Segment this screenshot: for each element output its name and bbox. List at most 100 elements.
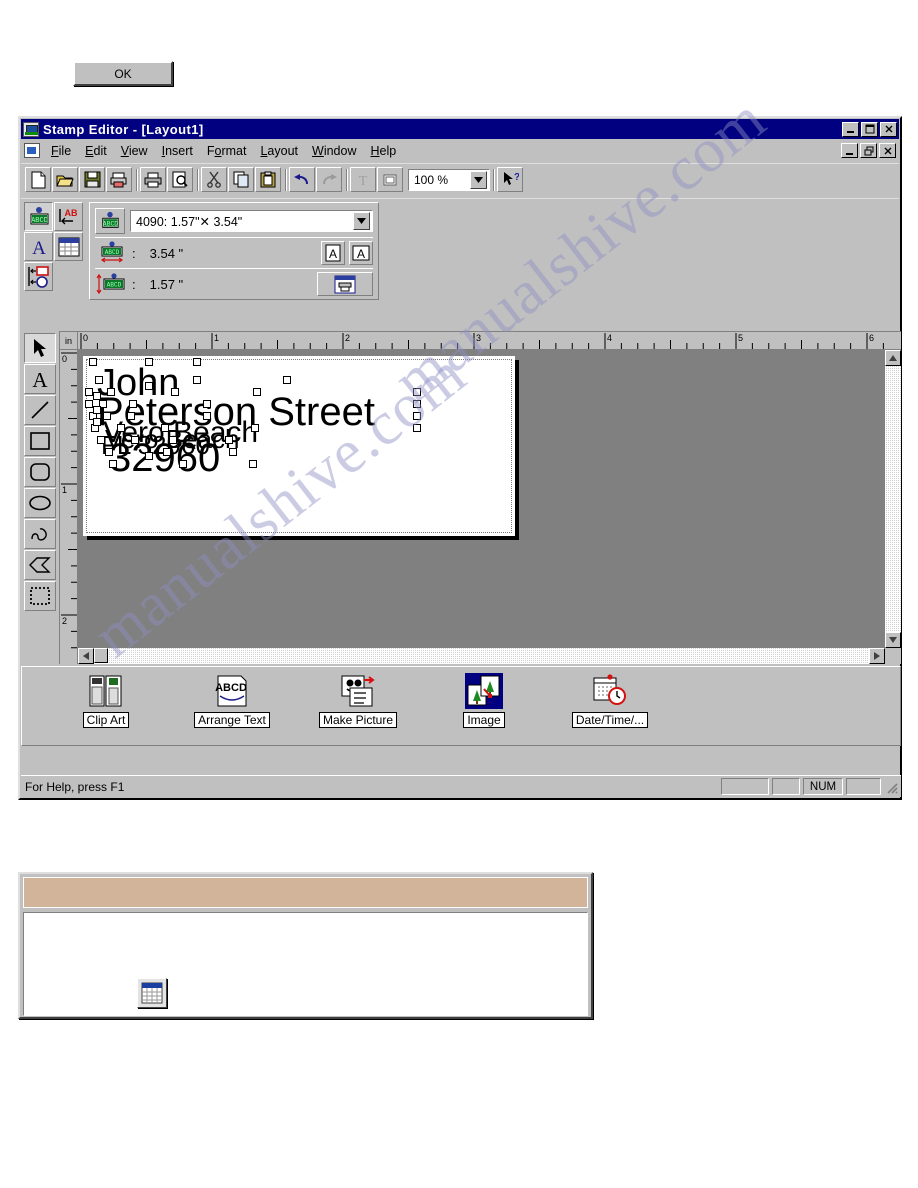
selection-handle[interactable] xyxy=(85,400,93,408)
stamp-text-object[interactable]: 32960 xyxy=(109,438,220,478)
selection-handle[interactable] xyxy=(179,460,187,468)
cut-button[interactable] xyxy=(201,167,227,192)
image-button[interactable]: Image xyxy=(436,673,532,728)
selection-handle[interactable] xyxy=(413,400,421,408)
selection-handle[interactable] xyxy=(131,436,139,444)
scroll-right-button[interactable] xyxy=(869,648,885,664)
tool-rounded-rectangle[interactable] xyxy=(24,457,56,487)
clipboard-paste-button[interactable] xyxy=(255,167,281,192)
resize-grip[interactable] xyxy=(884,780,898,794)
selection-handle[interactable] xyxy=(193,358,201,366)
doc-restore-button[interactable] xyxy=(860,143,877,158)
selection-handle[interactable] xyxy=(95,376,103,384)
selection-handle[interactable] xyxy=(169,436,177,444)
tool-rectangle[interactable] xyxy=(24,426,56,456)
vertical-scroll-track[interactable] xyxy=(885,366,901,632)
text-align-button[interactable]: AB xyxy=(54,202,83,231)
selection-handle[interactable] xyxy=(203,412,211,420)
selection-handle[interactable] xyxy=(127,412,135,420)
selection-handle[interactable] xyxy=(413,388,421,396)
arrange-text-button[interactable]: ABCD Arrange Text xyxy=(184,673,280,728)
print-setup-button[interactable] xyxy=(106,167,132,192)
scroll-up-button[interactable] xyxy=(885,350,901,366)
close-button[interactable] xyxy=(880,121,897,137)
print-preview-button[interactable] xyxy=(167,167,193,192)
menu-item-view[interactable]: View xyxy=(114,142,155,160)
selection-handle[interactable] xyxy=(161,424,169,432)
doc-close-button[interactable] xyxy=(879,143,896,158)
horizontal-scroll-thumb[interactable] xyxy=(94,648,108,663)
make-picture-button[interactable]: Make Picture xyxy=(310,673,406,728)
stamp-canvas[interactable]: JohnPeterson StreetVero BeachVero BeachF… xyxy=(79,351,885,648)
vertical-scrollbar[interactable] xyxy=(885,350,901,648)
selection-handle[interactable] xyxy=(109,460,117,468)
redo-button[interactable] xyxy=(316,167,342,192)
menu-item-insert[interactable]: Insert xyxy=(155,142,200,160)
menu-item-file[interactable]: FFileile xyxy=(44,142,78,160)
selection-handle[interactable] xyxy=(413,412,421,420)
save-button[interactable] xyxy=(79,167,105,192)
menu-item-format[interactable]: Format xyxy=(200,142,254,160)
selection-handle[interactable] xyxy=(163,448,171,456)
horizontal-scrollbar[interactable] xyxy=(78,648,885,664)
text-properties-button[interactable]: T xyxy=(350,167,376,192)
document-icon[interactable] xyxy=(24,143,40,158)
tool-text[interactable]: A xyxy=(24,364,56,394)
selection-handle[interactable] xyxy=(413,424,421,432)
tool-marquee[interactable] xyxy=(24,581,56,611)
selection-handle[interactable] xyxy=(85,388,93,396)
selection-handle[interactable] xyxy=(193,376,201,384)
selection-handle[interactable] xyxy=(93,406,101,414)
tool-select[interactable] xyxy=(24,333,56,363)
menu-item-window[interactable]: Window xyxy=(305,142,363,160)
stamp-app-icon[interactable] xyxy=(23,121,39,137)
doc-minimize-button[interactable] xyxy=(841,143,858,158)
scroll-down-button[interactable] xyxy=(885,632,901,648)
selection-handle[interactable] xyxy=(251,424,259,432)
selection-handle[interactable] xyxy=(93,418,101,426)
selection-handle[interactable] xyxy=(253,388,261,396)
selection-handle[interactable] xyxy=(93,392,101,400)
object-properties-button[interactable] xyxy=(377,167,403,192)
selection-handle[interactable] xyxy=(97,436,105,444)
font-button[interactable]: A xyxy=(24,232,53,261)
ok-button[interactable]: OK xyxy=(73,61,173,86)
chevron-down-icon[interactable] xyxy=(470,170,487,189)
tool-freeform[interactable] xyxy=(24,519,56,549)
menu-item-help[interactable]: Help xyxy=(364,142,404,160)
selection-handle[interactable] xyxy=(129,400,137,408)
selection-handle[interactable] xyxy=(225,436,233,444)
align-objects-button[interactable] xyxy=(24,262,53,291)
selection-handle[interactable] xyxy=(89,358,97,366)
table-button[interactable] xyxy=(54,232,83,261)
tool-arrow-shape[interactable] xyxy=(24,550,56,580)
selection-handle[interactable] xyxy=(171,388,179,396)
menu-item-edit[interactable]: Edit xyxy=(78,142,114,160)
portrait-orientation-button[interactable]: A xyxy=(321,241,345,265)
clip-art-button[interactable]: Clip Art xyxy=(58,673,154,728)
stamp-size-select[interactable]: 4090: 1.57"✕ 3.54" xyxy=(130,210,373,232)
print-button[interactable] xyxy=(140,167,166,192)
stamp-label-icon[interactable]: ABCD xyxy=(95,208,125,234)
new-button[interactable] xyxy=(25,167,51,192)
horizontal-scroll-track[interactable] xyxy=(94,648,869,664)
selection-handle[interactable] xyxy=(145,382,153,390)
open-button[interactable] xyxy=(52,167,78,192)
selection-handle[interactable] xyxy=(229,448,237,456)
selection-handle[interactable] xyxy=(145,358,153,366)
date-time-button[interactable]: Date/Time/... xyxy=(562,673,658,728)
zoom-combo[interactable]: 100 % xyxy=(408,168,490,191)
stamp-size-mode-button[interactable]: ABCD xyxy=(24,202,53,231)
selection-handle[interactable] xyxy=(107,388,115,396)
stamp-print-button[interactable] xyxy=(317,272,373,296)
selection-handle[interactable] xyxy=(103,412,111,420)
copy-button[interactable] xyxy=(228,167,254,192)
selection-handle[interactable] xyxy=(249,460,257,468)
calendar-table-icon[interactable] xyxy=(137,978,167,1008)
scroll-left-button[interactable] xyxy=(78,648,94,664)
selection-handle[interactable] xyxy=(117,424,125,432)
maximize-button[interactable] xyxy=(861,121,878,137)
minimize-button[interactable] xyxy=(842,121,859,137)
selection-handle[interactable] xyxy=(145,452,153,460)
stamp-page[interactable]: JohnPeterson StreetVero BeachVero BeachF… xyxy=(83,356,515,536)
